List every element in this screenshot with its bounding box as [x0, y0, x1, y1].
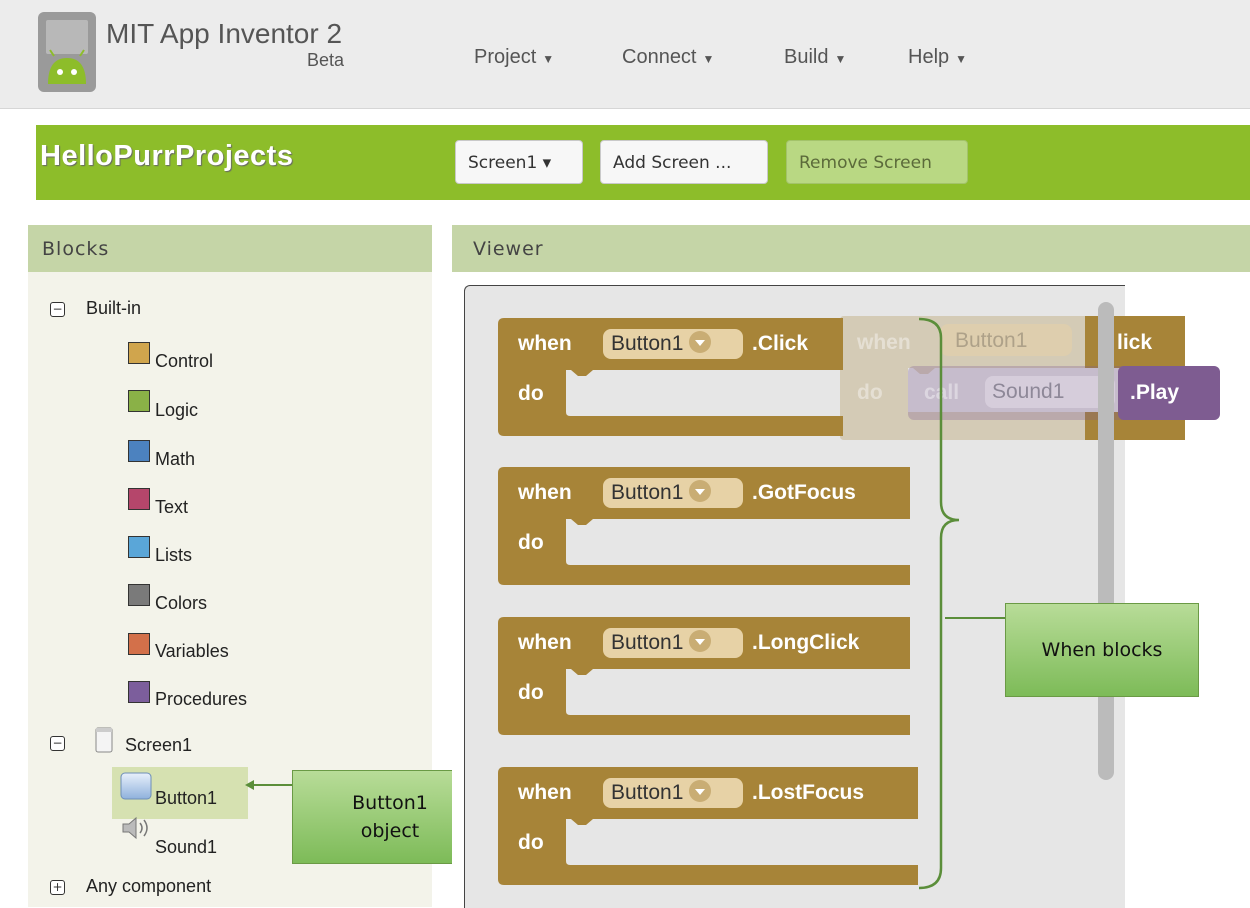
component-dropdown-label: Button1 [611, 332, 684, 355]
chevron-down-icon: ▼ [834, 52, 847, 66]
component-dropdown[interactable]: Button1 [603, 478, 743, 508]
when-label: when [518, 631, 572, 654]
tree-item-logic[interactable]: Logic [155, 400, 198, 421]
math-swatch-icon [128, 440, 150, 462]
brand: MIT App Inventor 2 Beta [106, 18, 366, 71]
event-block-gotfocus[interactable]: when Button1 .GotFocus do [498, 467, 910, 585]
speaker-icon [122, 816, 148, 840]
when-blocks-callout: When blocks [1005, 603, 1199, 697]
event-name: .LostFocus [752, 781, 865, 804]
tree-item-button1[interactable]: Button1 [155, 788, 217, 809]
do-label: do [518, 531, 544, 554]
do-label: do [518, 831, 544, 854]
do-label: do [518, 382, 544, 405]
tree-item-sound1[interactable]: Sound1 [155, 837, 217, 858]
app-inventor-logo [38, 12, 96, 92]
lists-swatch-icon [128, 536, 150, 558]
dropdown-arrow-icon [689, 630, 712, 653]
menu-help[interactable]: Help ▼ [908, 46, 967, 69]
viewer-panel-title: Viewer [473, 238, 544, 260]
curly-brace [918, 317, 1005, 890]
chevron-down-icon: ▼ [542, 52, 555, 66]
event-block-lostfocus[interactable]: when Button1 .LostFocus do [498, 767, 918, 885]
workspace-scrollbar[interactable] [1098, 302, 1114, 780]
variables-swatch-icon [128, 633, 150, 655]
blocks-panel-title: Blocks [42, 238, 110, 260]
when-label: when [518, 332, 572, 355]
menu-project[interactable]: Project ▼ [474, 46, 554, 69]
control-swatch-icon [128, 342, 150, 364]
remove-screen-button[interactable]: Remove Screen [786, 140, 968, 184]
expand-icon[interactable]: + [50, 880, 65, 895]
do-label: do [518, 681, 544, 704]
viewer-panel-header [452, 225, 1250, 272]
tree-any-component[interactable]: Any component [86, 876, 211, 897]
tree-builtin[interactable]: Built-in [86, 298, 141, 319]
screen-icon [95, 727, 113, 753]
add-screen-button[interactable]: Add Screen ... [600, 140, 768, 184]
component-dropdown-label: Button1 [611, 781, 684, 804]
beta-badge: Beta [306, 50, 344, 70]
colors-swatch-icon [128, 584, 150, 606]
ghost-event-label: lick [1117, 331, 1153, 354]
component-dropdown-label: Button1 [611, 481, 684, 504]
app-title: MIT App Inventor 2 [106, 18, 343, 49]
component-dropdown-label: Button1 [611, 631, 684, 654]
event-block-longclick[interactable]: when Button1 .LongClick do [498, 617, 910, 735]
dropdown-arrow-icon [689, 331, 712, 354]
screen-select[interactable]: Screen1 ▾ [455, 140, 583, 184]
menu-help-label: Help [908, 46, 950, 68]
event-name: .LongClick [752, 631, 860, 654]
event-name: .GotFocus [752, 481, 856, 504]
when-label: when [518, 781, 572, 804]
menu-build[interactable]: Build ▼ [784, 46, 846, 69]
component-dropdown[interactable]: Button1 [603, 628, 743, 658]
ghost-method-label: .Play [1130, 381, 1180, 404]
chevron-down-icon: ▼ [702, 52, 715, 66]
tree-item-procedures[interactable]: Procedures [155, 689, 247, 710]
event-name: .Click [752, 332, 809, 355]
menu-project-label: Project [474, 46, 537, 68]
callout-arrow [245, 780, 294, 790]
tree-item-colors[interactable]: Colors [155, 593, 207, 614]
tree-screen1[interactable]: Screen1 [125, 735, 192, 756]
component-dropdown[interactable]: Button1 [603, 329, 743, 359]
menu-build-label: Build [784, 46, 829, 68]
project-name: HelloPurrProjects [40, 140, 294, 172]
dropdown-arrow-icon [689, 480, 712, 503]
collapse-icon[interactable]: − [50, 736, 65, 751]
text-swatch-icon [128, 488, 150, 510]
logic-swatch-icon [128, 390, 150, 412]
chevron-down-icon: ▼ [955, 52, 968, 66]
component-dropdown[interactable]: Button1 [603, 778, 743, 808]
tree-item-variables[interactable]: Variables [155, 641, 229, 662]
procedures-swatch-icon [128, 681, 150, 703]
tree-item-control[interactable]: Control [155, 351, 213, 372]
dropdown-arrow-icon [689, 780, 712, 803]
when-label: when [518, 481, 572, 504]
event-block-click[interactable]: when Button1 .Click do [498, 318, 910, 436]
menu-connect[interactable]: Connect ▼ [622, 46, 714, 69]
collapse-icon[interactable]: − [50, 302, 65, 317]
button-icon [120, 772, 152, 800]
tree-item-math[interactable]: Math [155, 449, 195, 470]
menu-connect-label: Connect [622, 46, 697, 68]
tree-item-text[interactable]: Text [155, 497, 188, 518]
tree-item-lists[interactable]: Lists [155, 545, 192, 566]
